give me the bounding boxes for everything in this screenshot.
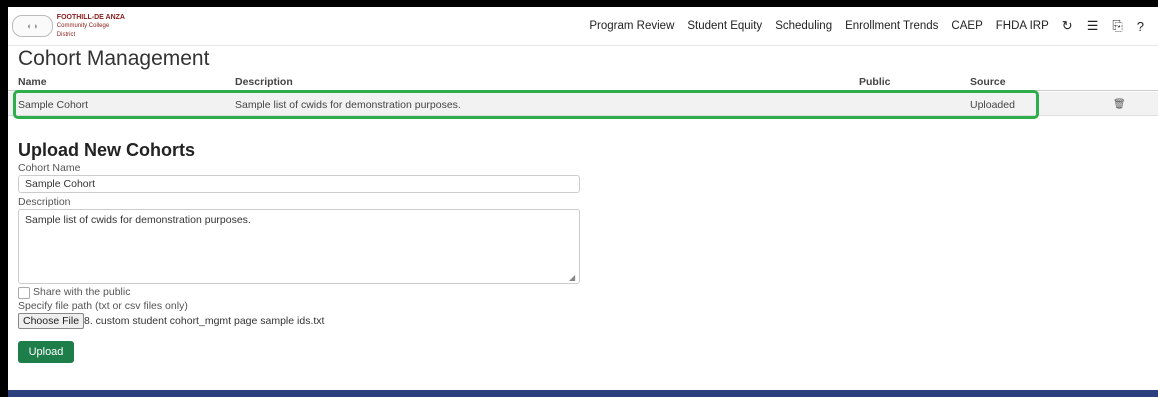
col-header-name: Name (18, 76, 47, 88)
cohort-name-label: Cohort Name (18, 162, 81, 174)
description-textarea[interactable]: Sample list of cwids for demonstration p… (18, 209, 580, 284)
nav-fhda-irp[interactable]: FHDA IRP (996, 20, 1049, 32)
upload-heading: Upload New Cohorts (18, 140, 196, 160)
help-icon[interactable]: ? (1137, 19, 1144, 34)
nav-student-equity[interactable]: Student Equity (687, 20, 762, 32)
district-logo[interactable]: ◐◑ FOOTHILL-DE ANZA Community College Di… (12, 13, 127, 39)
resize-grip-icon[interactable]: ◢ (569, 273, 575, 282)
nav-enrollment-trends[interactable]: Enrollment Trends (845, 20, 938, 32)
col-header-description: Description (235, 76, 293, 88)
logo-mark-icon: ◐◑ (12, 15, 53, 37)
footer-bar (8, 390, 1158, 397)
logo-line2: Community College District (56, 22, 110, 38)
choose-file-button[interactable]: Choose File (18, 313, 85, 329)
cohort-name-input[interactable] (18, 175, 580, 193)
file-path-label: Specify file path (txt or csv files only… (18, 300, 188, 312)
nav-caep[interactable]: CAEP (951, 20, 982, 32)
share-public-checkbox[interactable] (18, 287, 30, 299)
print-icon[interactable]: ⎘ (1112, 18, 1122, 34)
nav-scheduling[interactable]: Scheduling (775, 20, 832, 32)
upload-button[interactable]: Upload (18, 341, 74, 363)
col-header-source: Source (970, 76, 1006, 88)
refresh-icon[interactable]: ↻ (1062, 18, 1073, 34)
top-navbar: ◐◑ FOOTHILL-DE ANZA Community College Di… (8, 7, 1158, 46)
description-label: Description (18, 196, 71, 208)
trash-icon[interactable]: 🗑 (1113, 99, 1126, 110)
page: ◐◑ FOOTHILL-DE ANZA Community College Di… (8, 7, 1158, 397)
menu-icon[interactable]: ☰ (1087, 18, 1099, 34)
page-title: Cohort Management (18, 47, 210, 70)
row-highlight-box (13, 90, 1039, 119)
nav-links: Program Review Student Equity Scheduling… (589, 7, 1158, 45)
nav-program-review[interactable]: Program Review (589, 20, 674, 32)
share-public-label[interactable]: Share with the public (33, 286, 130, 298)
col-header-public: Public (859, 76, 891, 88)
selected-file-name: 8. custom student cohort_mgmt page sampl… (84, 315, 325, 327)
logo-line1: FOOTHILL-DE ANZA (56, 13, 125, 21)
